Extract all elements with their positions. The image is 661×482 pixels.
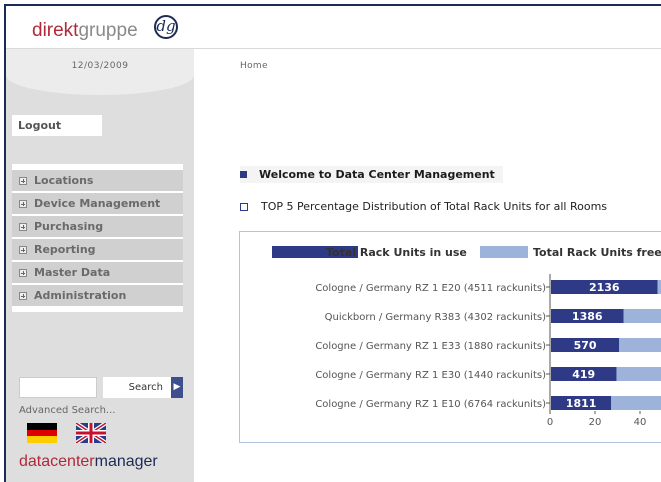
menu-item-device-management[interactable]: Device Management: [12, 193, 183, 214]
category-label: Cologne / Germany RZ 1 E10 (6764 rackuni…: [315, 399, 546, 410]
menu-item-label: Administration: [34, 289, 127, 302]
main-menu: Locations Device Management Purchasing R…: [12, 164, 183, 312]
square-outline-icon: [240, 202, 248, 211]
x-tick-label: 40: [634, 417, 647, 428]
plus-box-icon: [19, 291, 27, 300]
category-label: Cologne / Germany RZ 1 E33 (1880 rackuni…: [315, 341, 546, 352]
header: direktgruppe dg: [6, 6, 661, 48]
bar-value-label: 1386: [572, 310, 603, 323]
bar-value-label: 1811: [566, 397, 597, 410]
current-date: 12/03/2009: [71, 61, 129, 71]
bar-value-label: 2136: [589, 281, 620, 294]
logo-mark-icon: dg: [154, 15, 178, 39]
bar-free: [616, 367, 661, 381]
welcome-text: Welcome to Data Center Management: [259, 168, 495, 181]
menu-item-label: Reporting: [34, 243, 96, 256]
category-label: Quickborn / Germany R383 (4302 rackunits…: [325, 312, 546, 323]
plus-box-icon: [19, 222, 27, 231]
top5-heading[interactable]: TOP 5 Percentage Distribution of Total R…: [240, 200, 607, 213]
uk-flag-icon[interactable]: [76, 423, 106, 443]
category-label: Cologne / Germany RZ 1 E30 (1440 rackuni…: [315, 370, 546, 381]
company-logo[interactable]: direktgruppe: [32, 20, 138, 42]
bar-free: [619, 338, 661, 352]
german-flag-icon[interactable]: [27, 423, 57, 443]
bar-free: [657, 280, 661, 294]
menu-item-locations[interactable]: Locations: [12, 170, 183, 191]
search-button[interactable]: Search: [103, 377, 171, 398]
menu-item-reporting[interactable]: Reporting: [12, 239, 183, 260]
plus-box-icon: [19, 199, 27, 208]
rack-units-chart: Total Rack Units in use Total Rack Units …: [272, 246, 661, 428]
menu-item-label: Master Data: [34, 266, 111, 279]
menu-item-label: Locations: [34, 174, 94, 187]
menu-item-label: Purchasing: [34, 220, 104, 233]
search-arrow-icon[interactable]: ▶: [171, 377, 183, 398]
bar-value-label: 419: [572, 368, 595, 381]
welcome-heading: Welcome to Data Center Management: [240, 166, 503, 183]
chart-panel: Total Rack Units in use Total Rack Units …: [239, 231, 661, 443]
category-label: Cologne / Germany RZ 1 E20 (4511 rackuni…: [315, 283, 546, 294]
plus-box-icon: [19, 268, 27, 277]
breadcrumb[interactable]: Home: [240, 61, 268, 71]
plus-box-icon: [19, 245, 27, 254]
top5-text: TOP 5 Percentage Distribution of Total R…: [261, 200, 608, 213]
bar-free: [623, 309, 661, 323]
bar-value-label: 570: [574, 339, 597, 352]
search-input[interactable]: [19, 377, 97, 398]
menu-item-administration[interactable]: Administration: [12, 285, 183, 306]
x-tick-label: 0: [547, 417, 553, 428]
bar-free: [611, 396, 661, 410]
advanced-search-link[interactable]: Advanced Search...: [19, 405, 115, 416]
menu-item-purchasing[interactable]: Purchasing: [12, 216, 183, 237]
legend-label-in-use: Total Rack Units in use: [326, 246, 467, 259]
menu-item-master-data[interactable]: Master Data: [12, 262, 183, 283]
menu-item-label: Device Management: [34, 197, 161, 210]
square-bullet-icon: [240, 171, 247, 178]
legend-swatch-free: [480, 246, 528, 258]
logout-button[interactable]: Logout: [12, 115, 102, 136]
sidebar-date-panel: [6, 49, 194, 95]
x-tick-label: 20: [589, 417, 602, 428]
datacentermanager-logo: datacentermanager: [19, 453, 158, 470]
plus-box-icon: [19, 176, 27, 185]
legend-label-free: Total Rack Units free: [533, 246, 661, 259]
